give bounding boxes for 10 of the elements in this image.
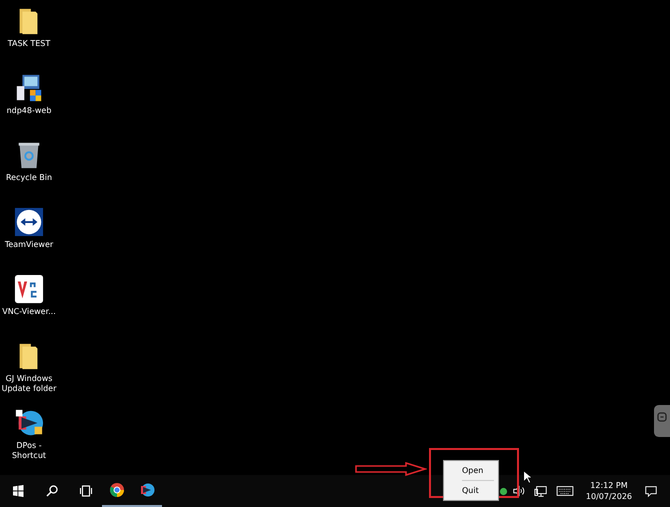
icon-label[interactable]: GJ Windows Update folder [1,374,57,394]
menu-item[interactable]: Quit [444,483,498,498]
icon-label[interactable]: Recycle Bin [6,173,52,183]
icon-label[interactable]: ndp48-web [6,106,52,116]
icon-label[interactable]: VNC-Viewer... [2,307,56,317]
clock-button[interactable]: 12:12 PM 10/07/2026 [582,480,636,502]
icon-label[interactable]: TeamViewer [4,240,54,250]
icon-label[interactable]: TASK TEST [8,39,50,49]
icon-label[interactable]: DPos - Shortcut [1,441,57,461]
menu-item[interactable]: Open [444,463,498,478]
